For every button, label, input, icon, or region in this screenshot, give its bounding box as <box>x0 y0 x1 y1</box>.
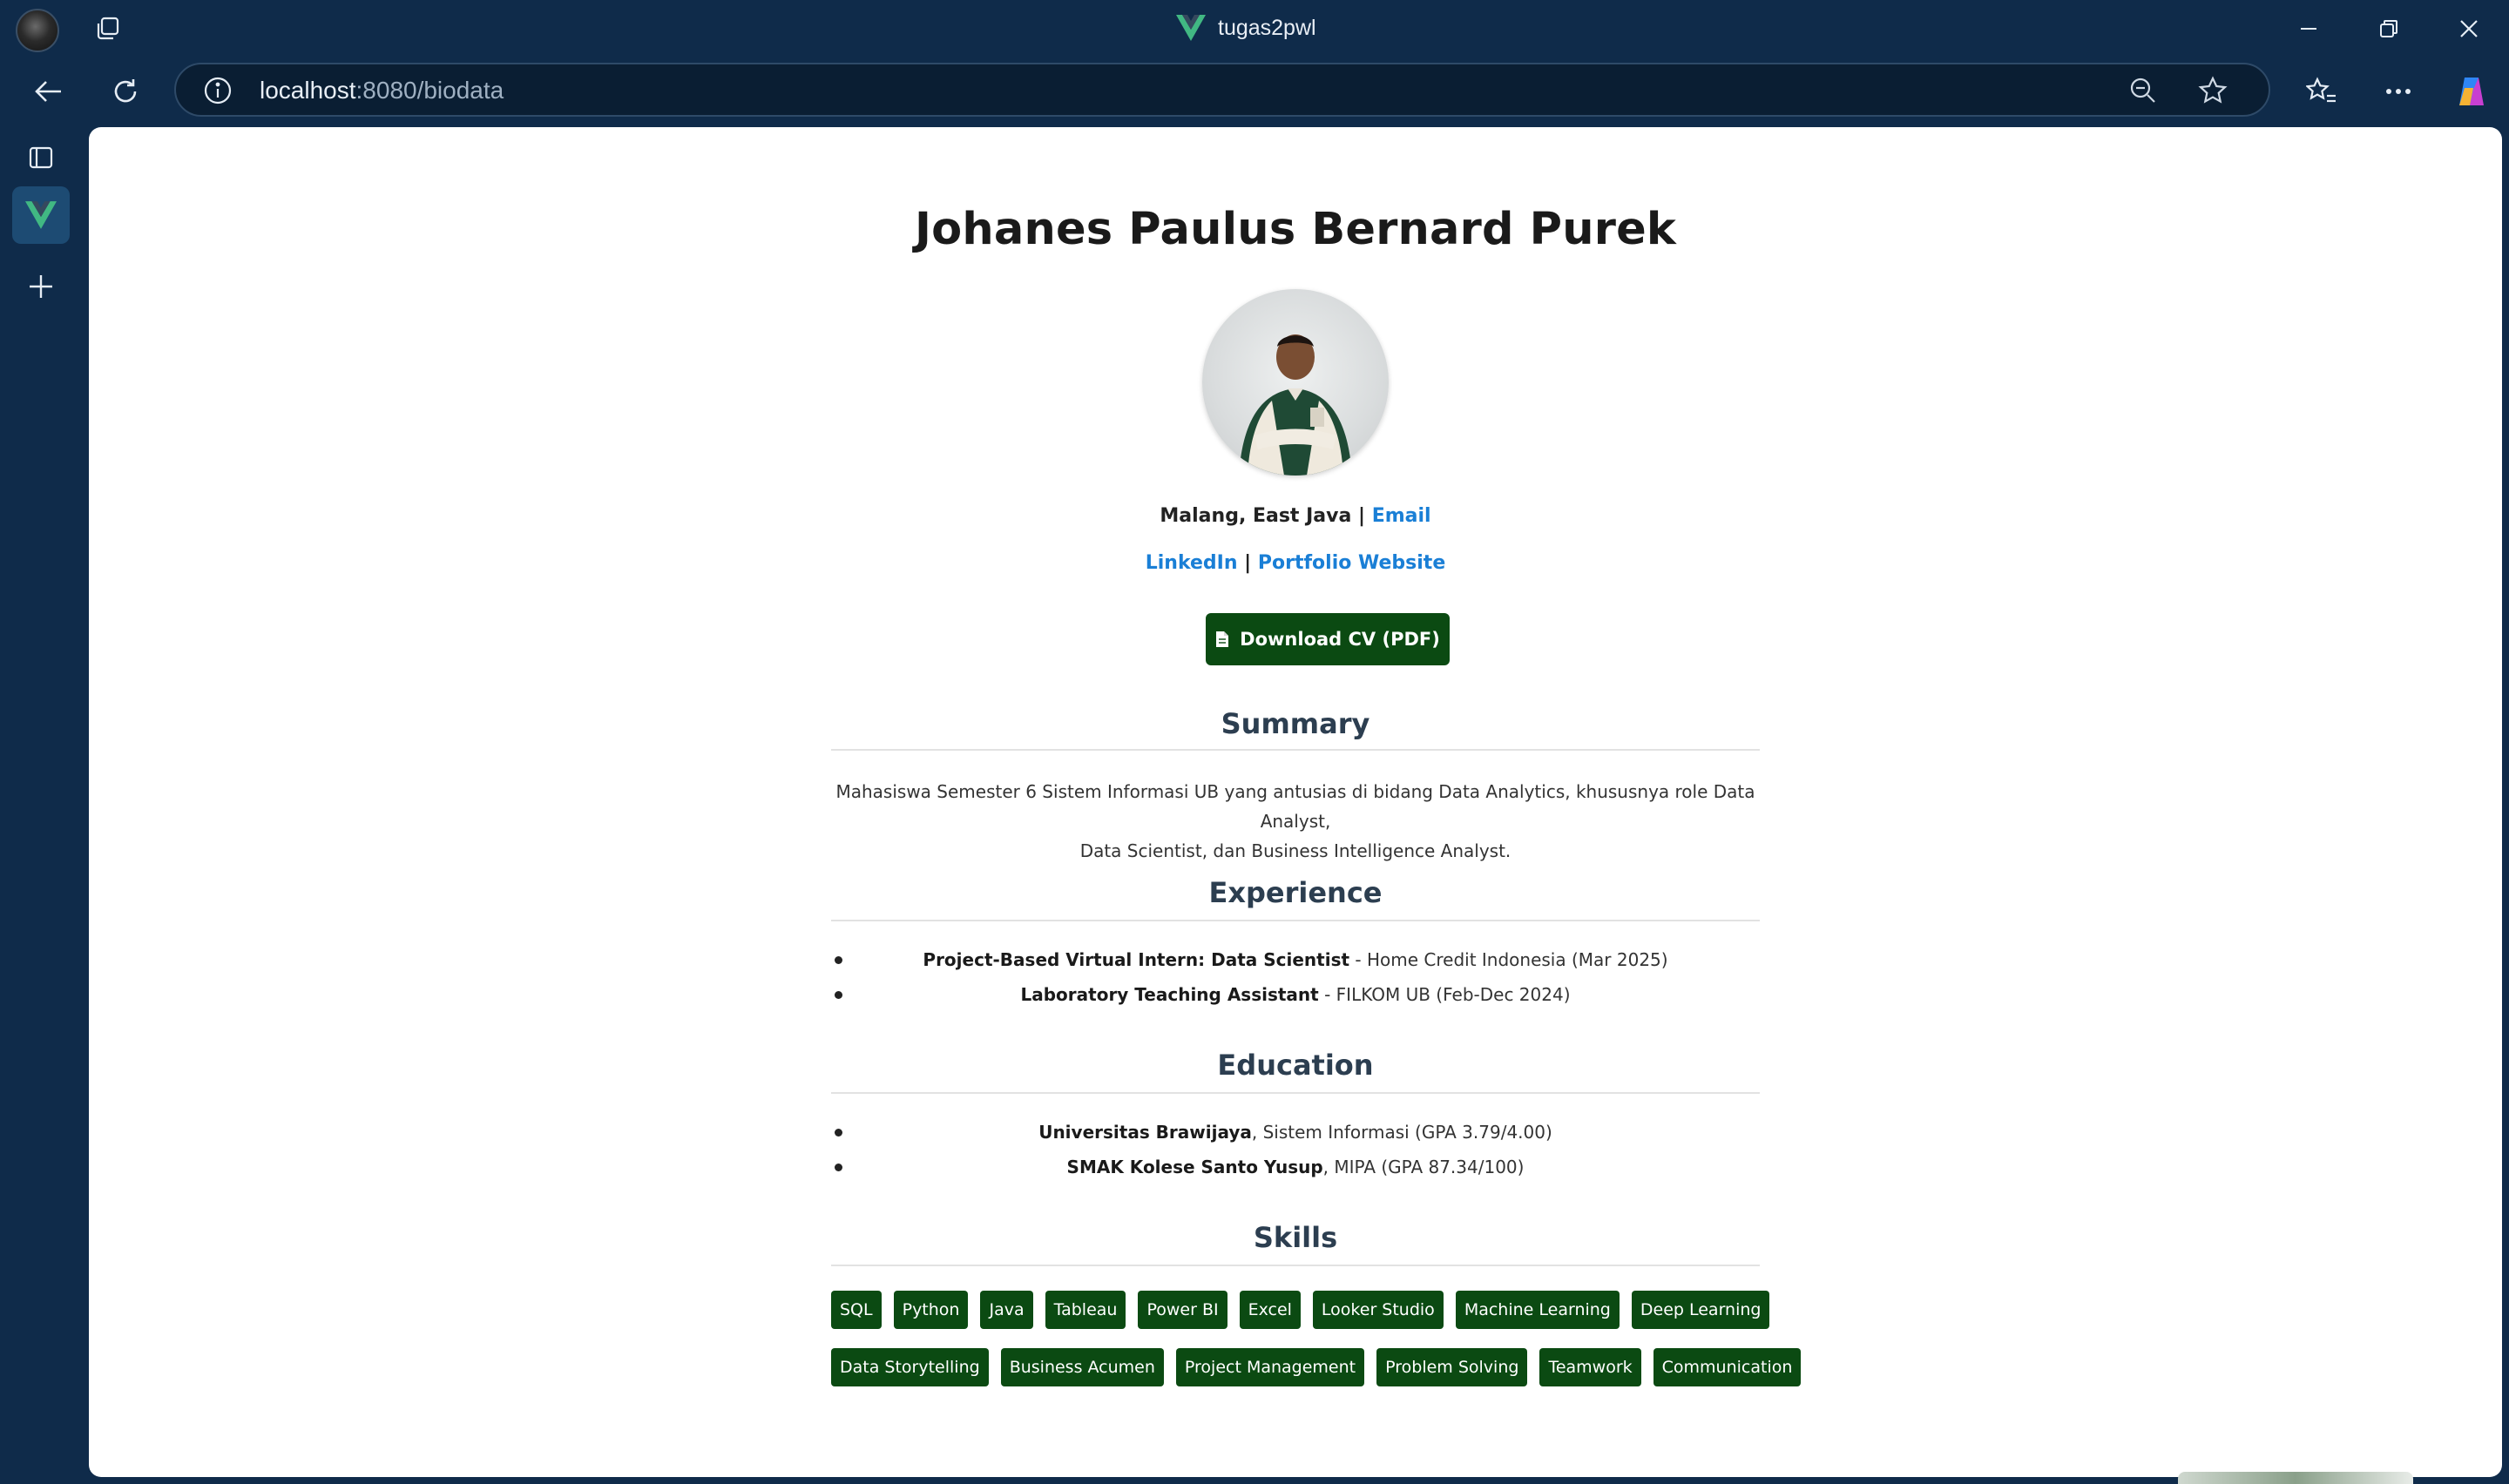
education-detail: , Sistem Informasi (GPA 3.79/4.00) <box>1251 1122 1552 1143</box>
skills-divider <box>831 1265 1760 1266</box>
copilot-icon[interactable] <box>2450 70 2493 113</box>
url-text[interactable]: localhost:8080/biodata <box>260 77 504 105</box>
tab-actions-icon[interactable] <box>12 129 70 186</box>
summary-text: Mahasiswa Semester 6 Sistem Informasi UB… <box>831 777 1760 866</box>
experience-detail: - Home Credit Indonesia (Mar 2025) <box>1349 949 1668 970</box>
education-divider <box>831 1092 1760 1094</box>
skill-tag: Project Management <box>1175 1348 1365 1386</box>
education-school: SMAK Kolese Santo Yusup <box>1066 1157 1323 1177</box>
back-arrow-icon <box>35 81 61 102</box>
location-text: Malang, East Java <box>1160 505 1352 527</box>
skill-tag: SQL <box>831 1291 882 1329</box>
email-link[interactable]: Email <box>1372 505 1431 527</box>
url-host: localhost <box>260 77 356 104</box>
list-item: Universitas Brawijaya, Sistem Informasi … <box>831 1115 1760 1150</box>
summary-heading: Summary <box>1221 707 1370 740</box>
refresh-button[interactable] <box>101 71 150 111</box>
contact-line-1: Malang, East Java | Email <box>831 505 1760 527</box>
refresh-icon <box>114 79 137 103</box>
bullet-icon <box>835 1164 842 1171</box>
experience-role: Laboratory Teaching Assistant <box>1020 984 1319 1005</box>
address-bar[interactable]: localhost:8080/biodata <box>174 63 2270 117</box>
education-heading: Education <box>1217 1049 1374 1082</box>
skill-tag: Communication <box>1653 1348 1802 1386</box>
active-tab-title: tugas2pwl <box>1176 12 1316 44</box>
bullet-icon <box>835 1129 842 1137</box>
separator: | <box>1237 552 1258 574</box>
contact-line-2: LinkedIn | Portfolio Website <box>831 552 1760 574</box>
list-item: Laboratory Teaching Assistant - FILKOM U… <box>831 977 1760 1012</box>
download-cv-button[interactable]: Download CV (PDF) <box>1206 613 1450 665</box>
favorite-star-icon[interactable] <box>2195 73 2230 108</box>
skills-row-2: Data Storytelling Business Acumen Projec… <box>831 1348 1802 1386</box>
navigation-bar: localhost:8080/biodata <box>0 61 2509 122</box>
vue-logo-icon <box>25 201 57 229</box>
sidebar-tab-tugas2pwl[interactable] <box>12 186 70 244</box>
experience-heading: Experience <box>1208 876 1383 909</box>
more-options-icon[interactable] <box>2377 71 2420 111</box>
summary-line-1: Mahasiswa Semester 6 Sistem Informasi UB… <box>835 781 1755 832</box>
experience-role: Project-Based Virtual Intern: Data Scien… <box>923 949 1350 970</box>
workspaces-icon[interactable] <box>87 10 129 47</box>
skill-tag: Deep Learning <box>1631 1291 1770 1329</box>
skills-heading: Skills <box>1253 1221 1338 1254</box>
url-path: :8080/biodata <box>355 77 504 104</box>
zoom-icon[interactable] <box>2126 73 2161 108</box>
page-viewport: Johanes Paulus Bernard Purek Malang, Eas… <box>89 127 2502 1477</box>
skill-tag: Business Acumen <box>1000 1348 1164 1386</box>
list-item: Project-Based Virtual Intern: Data Scien… <box>831 942 1760 977</box>
skill-tag: Tableau <box>1045 1291 1126 1329</box>
skill-tag: Problem Solving <box>1376 1348 1528 1386</box>
download-cv-label: Download CV (PDF) <box>1240 629 1440 650</box>
education-school: Universitas Brawijaya <box>1038 1122 1252 1143</box>
skill-tag: Data Storytelling <box>831 1348 989 1386</box>
list-item: SMAK Kolese Santo Yusup, MIPA (GPA 87.34… <box>831 1150 1760 1184</box>
experience-divider <box>831 920 1760 921</box>
bullet-icon <box>835 991 842 999</box>
desktop-thumbnail <box>2178 1472 2413 1484</box>
back-button[interactable] <box>24 71 73 111</box>
profile-photo <box>1202 289 1389 476</box>
skill-tag: Power BI <box>1138 1291 1227 1329</box>
bullet-icon <box>835 956 842 964</box>
separator: | <box>1351 505 1372 527</box>
education-detail: , MIPA (GPA 87.34/100) <box>1322 1157 1525 1177</box>
title-bar: tugas2pwl <box>0 0 2509 57</box>
skill-tag: Java <box>980 1291 1033 1329</box>
portfolio-link[interactable]: Portfolio Website <box>1258 552 1445 574</box>
experience-list: Project-Based Virtual Intern: Data Scien… <box>831 942 1760 1012</box>
restore-button[interactable] <box>2363 7 2415 51</box>
new-tab-icon[interactable] <box>12 258 70 315</box>
skill-tag: Teamwork <box>1539 1348 1641 1386</box>
document-icon <box>1216 631 1229 647</box>
minimize-button[interactable] <box>2282 7 2335 51</box>
favorites-icon[interactable] <box>2300 71 2343 111</box>
site-info-icon[interactable] <box>200 73 235 108</box>
skill-tag: Excel <box>1239 1291 1301 1329</box>
vue-logo-icon <box>1176 15 1206 41</box>
summary-line-2: Data Scientist, dan Business Intelligenc… <box>1079 840 1511 861</box>
linkedin-link[interactable]: LinkedIn <box>1146 552 1238 574</box>
skill-tag: Python <box>893 1291 969 1329</box>
skills-row-1: SQL Python Java Tableau Power BI Excel L… <box>831 1291 1770 1329</box>
tab-title-text: tugas2pwl <box>1218 15 1316 40</box>
experience-detail: - FILKOM UB (Feb-Dec 2024) <box>1318 984 1571 1005</box>
skill-tag: Looker Studio <box>1312 1291 1444 1329</box>
skill-tag: Machine Learning <box>1455 1291 1620 1329</box>
close-button[interactable] <box>2443 7 2495 51</box>
profile-avatar[interactable] <box>16 9 59 52</box>
education-list: Universitas Brawijaya, Sistem Informasi … <box>831 1115 1760 1184</box>
summary-divider <box>831 749 1760 751</box>
profile-name: Johanes Paulus Bernard Purek <box>914 204 1677 255</box>
